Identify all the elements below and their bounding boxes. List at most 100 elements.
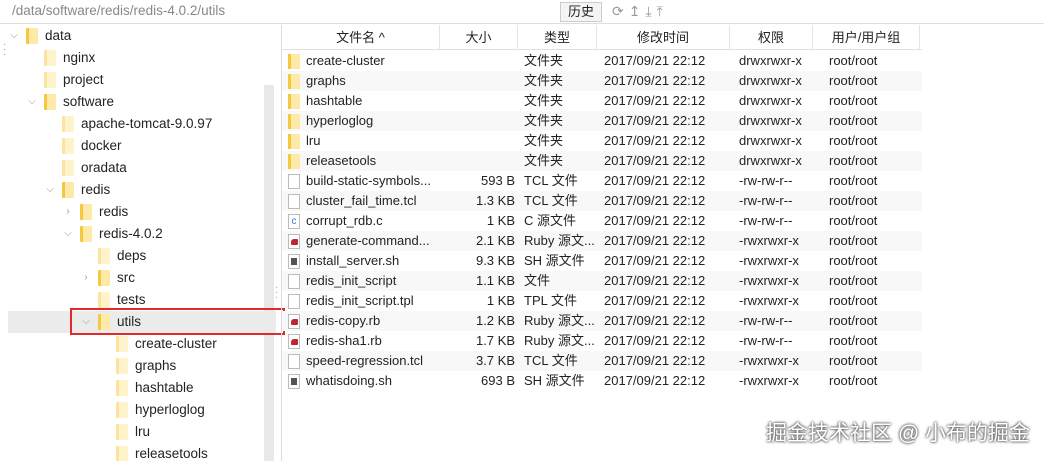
table-row[interactable]: hyperloglog 文件夹 2017/09/21 22:12 drwxrwxr-x… — [282, 111, 922, 131]
cell-owner: root/root — [829, 193, 878, 208]
cell-time: 2017/09/21 22:12 — [604, 113, 706, 128]
table-row[interactable]: create-cluster 文件夹 2017/09/21 22:12 drwxrwx… — [282, 51, 922, 71]
tree-item-label: src — [117, 270, 135, 285]
splitter-handle[interactable]: · · · — [275, 283, 278, 303]
cell-perm: -rwxrwxr-x — [739, 273, 799, 288]
tree-item[interactable]: hyperloglog — [8, 399, 276, 421]
folder-icon — [44, 50, 56, 66]
cell-time: 2017/09/21 22:12 — [604, 193, 706, 208]
cell-owner: root/root — [829, 353, 878, 368]
tree-item[interactable]: create-cluster — [8, 333, 276, 355]
tree-item[interactable]: ⌵ data — [8, 25, 276, 47]
tree-item[interactable]: project — [8, 69, 276, 91]
table-row[interactable]: hashtable 文件夹 2017/09/21 22:12 drwxrwxr-x ro… — [282, 91, 922, 111]
tree-item[interactable]: lru — [8, 421, 276, 443]
column-header[interactable]: 大小 — [440, 25, 518, 50]
folder-icon — [288, 94, 300, 109]
tree-item[interactable]: apache-tomcat-9.0.97 — [8, 113, 276, 135]
cell-name: lru — [306, 133, 321, 148]
folder-icon — [80, 226, 92, 242]
upload-icon[interactable]: ⤒ — [657, 3, 663, 20]
cell-time: 2017/09/21 22:12 — [604, 53, 706, 68]
table-row[interactable]: generate-command... 2.1 KB Ruby 源文... 2017/… — [282, 231, 922, 251]
column-header[interactable]: 类型 — [518, 25, 597, 50]
tree-item-label: software — [63, 94, 115, 109]
cell-owner: root/root — [829, 73, 878, 88]
tree-item[interactable]: ⌵ redis-4.0.2 — [8, 223, 276, 245]
cell-name: graphs — [306, 73, 346, 88]
column-header[interactable]: 文件名 ^ — [282, 25, 440, 50]
cell-perm: -rwxrwxr-x — [739, 233, 799, 248]
tree-item[interactable]: graphs — [8, 355, 276, 377]
cell-type: TCL 文件 — [524, 353, 578, 368]
cell-size: 1 KB — [486, 213, 515, 228]
cell-name: speed-regression.tcl — [306, 353, 424, 368]
download-icon[interactable]: ⤓ — [645, 3, 651, 20]
table-row[interactable]: whatisdoing.sh 693 B SH 源文件 2017/09/21 22:1… — [282, 371, 922, 391]
table-header: 文件名 ^ 大小 类型 修改时间 权限 用户/用户组 — [282, 25, 922, 50]
cell-owner: root/root — [829, 273, 878, 288]
folder-icon — [288, 54, 300, 69]
cell-perm: drwxrwxr-x — [739, 113, 802, 128]
cell-size: 2.1 KB — [475, 233, 515, 248]
cell-name: hashtable — [306, 93, 363, 108]
chevron-right-icon[interactable]: › — [62, 201, 74, 223]
tree-item[interactable]: ⌵ software — [8, 91, 276, 113]
tree-item[interactable]: › src — [8, 267, 276, 289]
tree-item-label: deps — [117, 248, 147, 263]
table-row[interactable]: redis-copy.rb 1.2 KB Ruby 源文... 2017/09/21 … — [282, 311, 922, 331]
table-row[interactable]: redis_init_script 1.1 KB 文件 2017/09/21 22:1… — [282, 271, 922, 291]
table-row[interactable]: releasetools 文件夹 2017/09/21 22:12 drwxrwxr-… — [282, 151, 922, 171]
tree-item-label: redis — [81, 182, 111, 197]
tree-item[interactable]: docker — [8, 135, 276, 157]
chevron-right-icon[interactable]: › — [80, 267, 92, 289]
column-header[interactable]: 用户/用户组 — [813, 25, 920, 50]
up-icon[interactable]: ↥ — [629, 3, 641, 20]
table-row[interactable]: c corrupt_rdb.c 1 KB C 源文件 2017/09/21 22:12 -… — [282, 211, 922, 231]
tree-item-label: oradata — [81, 160, 127, 175]
tree-item-label: docker — [81, 138, 122, 153]
cell-perm: -rwxrwxr-x — [739, 293, 799, 308]
cell-owner: root/root — [829, 113, 878, 128]
tree-item-label: lru — [135, 424, 151, 439]
file-icon — [288, 274, 300, 289]
chevron-down-icon[interactable]: ⌵ — [8, 25, 20, 47]
cell-type: TCL 文件 — [524, 193, 578, 208]
tree-item[interactable]: hashtable — [8, 377, 276, 399]
tree-item[interactable]: oradata — [8, 157, 276, 179]
file-icon — [288, 254, 300, 269]
path-input[interactable]: /data/software/redis/redis-4.0.2/utils — [12, 3, 225, 18]
table-row[interactable]: lru 文件夹 2017/09/21 22:12 drwxrwxr-x root/roo… — [282, 131, 922, 151]
folder-icon — [288, 134, 300, 149]
tree-item[interactable]: releasetools — [8, 443, 276, 461]
folder-icon — [116, 336, 128, 352]
table-row[interactable]: speed-regression.tcl 3.7 KB TCL 文件 2017/09/… — [282, 351, 922, 371]
table-row[interactable]: graphs 文件夹 2017/09/21 22:12 drwxrwxr-x root/… — [282, 71, 922, 91]
column-header[interactable]: 修改时间 — [597, 25, 730, 50]
table-row[interactable]: redis_init_script.tpl 1 KB TPL 文件 2017/09/2… — [282, 291, 922, 311]
tree-item[interactable]: nginx — [8, 47, 276, 69]
cell-time: 2017/09/21 22:12 — [604, 73, 706, 88]
highlight-box — [70, 308, 285, 335]
history-button[interactable]: 历史 — [560, 2, 602, 22]
table-row[interactable]: build-static-symbols... 593 B TCL 文件 2017/0… — [282, 171, 922, 191]
refresh-icon[interactable]: ⟳ — [612, 3, 624, 20]
cell-name: releasetools — [306, 153, 377, 168]
tree-item[interactable]: › redis — [8, 201, 276, 223]
chevron-down-icon[interactable]: ⌵ — [62, 223, 74, 245]
chevron-down-icon[interactable]: ⌵ — [26, 91, 38, 113]
tree-item[interactable]: deps — [8, 245, 276, 267]
folder-icon — [44, 72, 56, 88]
table-row[interactable]: cluster_fail_time.tcl 1.3 KB TCL 文件 2017/09… — [282, 191, 922, 211]
tree-item-label: data — [45, 28, 72, 43]
directory-tree: ⌵ data nginx project ⌵ software apache-tomcat-… — [0, 25, 278, 461]
cell-name: corrupt_rdb.c — [306, 213, 383, 228]
file-icon — [288, 354, 300, 369]
folder-icon — [62, 116, 74, 132]
chevron-down-icon[interactable]: ⌵ — [44, 179, 56, 201]
folder-icon — [62, 160, 74, 176]
table-row[interactable]: redis-sha1.rb 1.7 KB Ruby 源文... 2017/09/21 … — [282, 331, 922, 351]
tree-item[interactable]: ⌵ redis — [8, 179, 276, 201]
table-row[interactable]: install_server.sh 9.3 KB SH 源文件 2017/09/21 … — [282, 251, 922, 271]
column-header[interactable]: 权限 — [730, 25, 813, 50]
